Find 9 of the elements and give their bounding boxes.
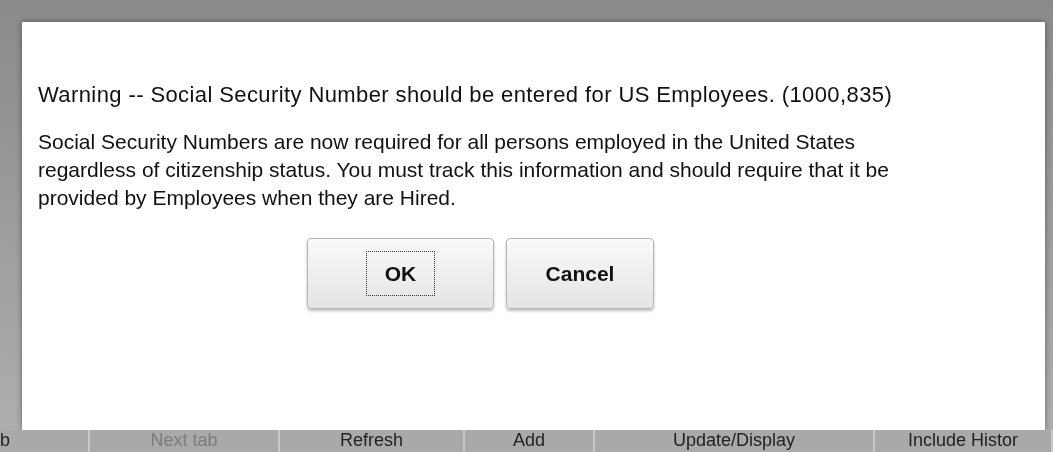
toolbar-button[interactable]: Add bbox=[513, 430, 545, 450]
toolbar-button[interactable]: Refresh bbox=[340, 430, 403, 450]
cancel-button[interactable]: Cancel bbox=[506, 238, 654, 309]
warning-text: Warning -- Social Security Number should be entered for US Employees. (1000,835) bbox=[38, 82, 894, 108]
ok-button[interactable]: OK bbox=[307, 238, 494, 309]
toolbar-button[interactable]: Update/Display bbox=[672, 430, 796, 450]
toolbar-button[interactable]: b bbox=[0, 430, 10, 450]
message-text: Social Security Numbers are now required for all persons employed in the United States regardless of citizenship status. You must track this information and should require that it be provided by Employees when they are Hired. bbox=[38, 129, 890, 211]
toolbar-button[interactable]: Include Histor bbox=[907, 430, 1019, 450]
